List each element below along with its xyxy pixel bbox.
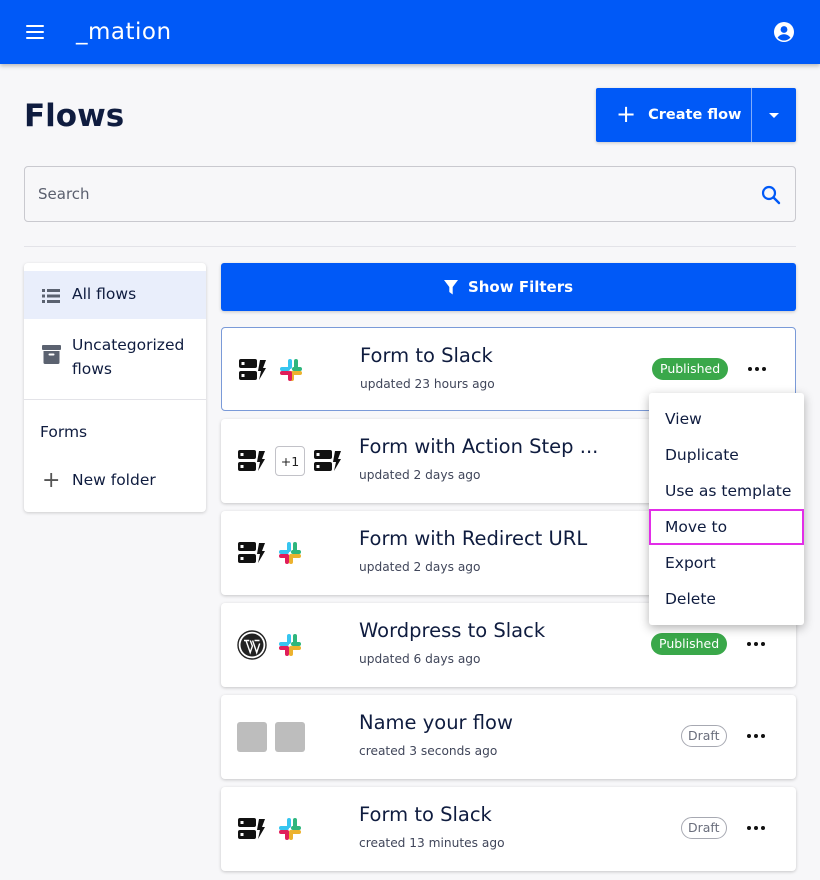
sidebar-item-forms[interactable]: Forms [24,409,206,453]
form-icon [237,538,267,568]
create-flow-button[interactable]: + Create flow [596,88,751,142]
folder-sidebar: All flows Uncategorized flows Forms + Ne… [24,263,206,512]
slack-icon [275,814,305,844]
more-options-icon[interactable] [745,817,767,839]
more-apps-count: +1 [275,446,305,476]
new-folder-button[interactable]: + New folder [24,457,206,501]
flow-card[interactable]: Name your flow created 3 seconds ago Dra… [221,695,796,779]
placeholder-icon [237,722,267,752]
menu-item-duplicate[interactable]: Duplicate [649,437,804,473]
sidebar-item-uncategorized-flows[interactable]: Uncategorized flows [24,323,206,395]
menu-icon[interactable] [24,22,48,42]
search-icon[interactable] [760,184,782,206]
flow-updated-text: created 13 minutes ago [359,836,505,850]
flow-app-icons [237,813,313,845]
flow-updated-text: created 3 seconds ago [359,744,498,758]
show-filters-button[interactable]: Show Filters [221,263,796,311]
menu-item-move-to[interactable]: Move to [649,509,804,545]
sidebar-item-label: All flows [72,285,137,303]
placeholder-icon [275,722,305,752]
search-input[interactable] [38,167,738,221]
sidebar-item-all-flows[interactable]: All flows [24,271,206,319]
sidebar-item-label: Forms [40,423,88,441]
status-badge: Published [651,633,728,655]
caret-down-icon [769,112,779,118]
flow-app-icons [238,354,314,386]
flow-title: Wordpress to Slack [359,619,546,642]
flow-title: Form to Slack [360,344,493,367]
menu-item-use-as-template[interactable]: Use as template [649,473,804,509]
form-icon [237,814,267,844]
menu-item-export[interactable]: Export [649,545,804,581]
account-icon[interactable] [772,20,796,44]
top-app-bar: _mation [0,0,820,64]
slack-icon [275,630,305,660]
flow-app-icons: +1 [237,445,351,477]
filter-icon [443,279,458,294]
app-logo: _mation [76,19,172,45]
flow-context-menu: View Duplicate Use as template Move to E… [649,393,804,625]
flow-card[interactable]: Form to Slack created 13 minutes ago Dra… [221,787,796,871]
create-flow-label: Create flow [648,107,742,123]
slack-icon [275,538,305,568]
flow-updated-text: updated 6 days ago [359,652,481,666]
flow-app-icons [237,629,313,661]
archive-icon [42,345,61,364]
sidebar-item-label: New folder [72,471,156,489]
flow-title: Form with Action Step ... [359,435,599,458]
form-icon [238,355,268,385]
page-title: Flows [24,98,125,134]
sidebar-divider [24,399,206,400]
menu-item-view[interactable]: View [649,401,804,437]
more-options-icon[interactable] [745,725,767,747]
search-box [24,166,796,222]
flow-updated-text: updated 2 days ago [359,560,481,574]
wordpress-icon [237,630,267,660]
flow-title: Form with Redirect URL [359,527,588,550]
form-icon [313,446,343,476]
list-icon [42,288,60,303]
flow-app-icons [237,721,313,753]
create-flow-dropdown-button[interactable] [752,88,796,142]
divider [24,246,796,247]
menu-item-delete[interactable]: Delete [649,581,804,617]
status-badge: Published [652,358,729,380]
status-badge: Draft [681,817,727,839]
more-apps-badge: +1 [275,446,305,476]
flow-title: Form to Slack [359,803,492,826]
more-options-icon[interactable] [745,633,767,655]
more-options-icon[interactable] [746,358,768,380]
slack-icon [276,355,306,385]
show-filters-label: Show Filters [467,278,574,296]
plus-icon: + [42,468,61,493]
flow-updated-text: updated 2 days ago [359,468,481,482]
sidebar-item-label: Uncategorized flows [72,336,185,378]
flow-app-icons [237,537,313,569]
form-icon [237,446,267,476]
create-flow-button-group: + Create flow [596,88,796,142]
flow-updated-text: updated 23 hours ago [360,377,495,391]
status-badge: Draft [681,725,727,747]
plus-icon: + [616,100,637,128]
flow-title: Name your flow [359,711,513,734]
